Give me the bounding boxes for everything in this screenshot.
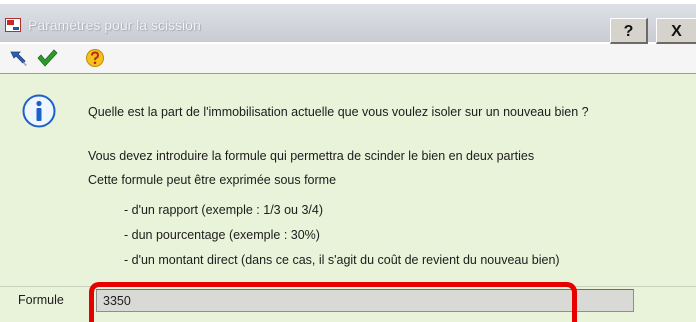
title-bar[interactable]: Paramètres pour la scission ? X bbox=[0, 4, 696, 44]
app-icon bbox=[5, 18, 21, 32]
content-panel: Quelle est la part de l'immobilisation a… bbox=[0, 74, 696, 322]
divider bbox=[0, 286, 696, 287]
info-icon bbox=[22, 94, 56, 128]
help-button[interactable]: ? bbox=[610, 18, 648, 44]
window-title: Paramètres pour la scission bbox=[28, 17, 201, 33]
option-item: - d'un rapport (exemple : 1/3 ou 3/4) bbox=[124, 203, 324, 217]
option-item: - dun pourcentage (exemple : 30%) bbox=[124, 228, 320, 242]
toolbar bbox=[0, 44, 696, 74]
question-text: Quelle est la part de l'immobilisation a… bbox=[88, 105, 589, 119]
close-button[interactable]: X bbox=[656, 18, 696, 44]
arrow-icon[interactable] bbox=[8, 48, 30, 68]
formule-input[interactable] bbox=[96, 289, 634, 312]
option-item: - d'un montant direct (dans ce cas, il s… bbox=[124, 253, 560, 267]
formule-label: Formule bbox=[18, 293, 64, 307]
instruction-text: Vous devez introduire la formule qui per… bbox=[88, 149, 535, 163]
instruction-text: Cette formule peut être exprimée sous fo… bbox=[88, 173, 337, 187]
dialog-window: Paramètres pour la scission ? X Quelle e… bbox=[0, 0, 696, 322]
help-icon[interactable] bbox=[84, 48, 106, 68]
checkmark-icon[interactable] bbox=[36, 48, 58, 68]
